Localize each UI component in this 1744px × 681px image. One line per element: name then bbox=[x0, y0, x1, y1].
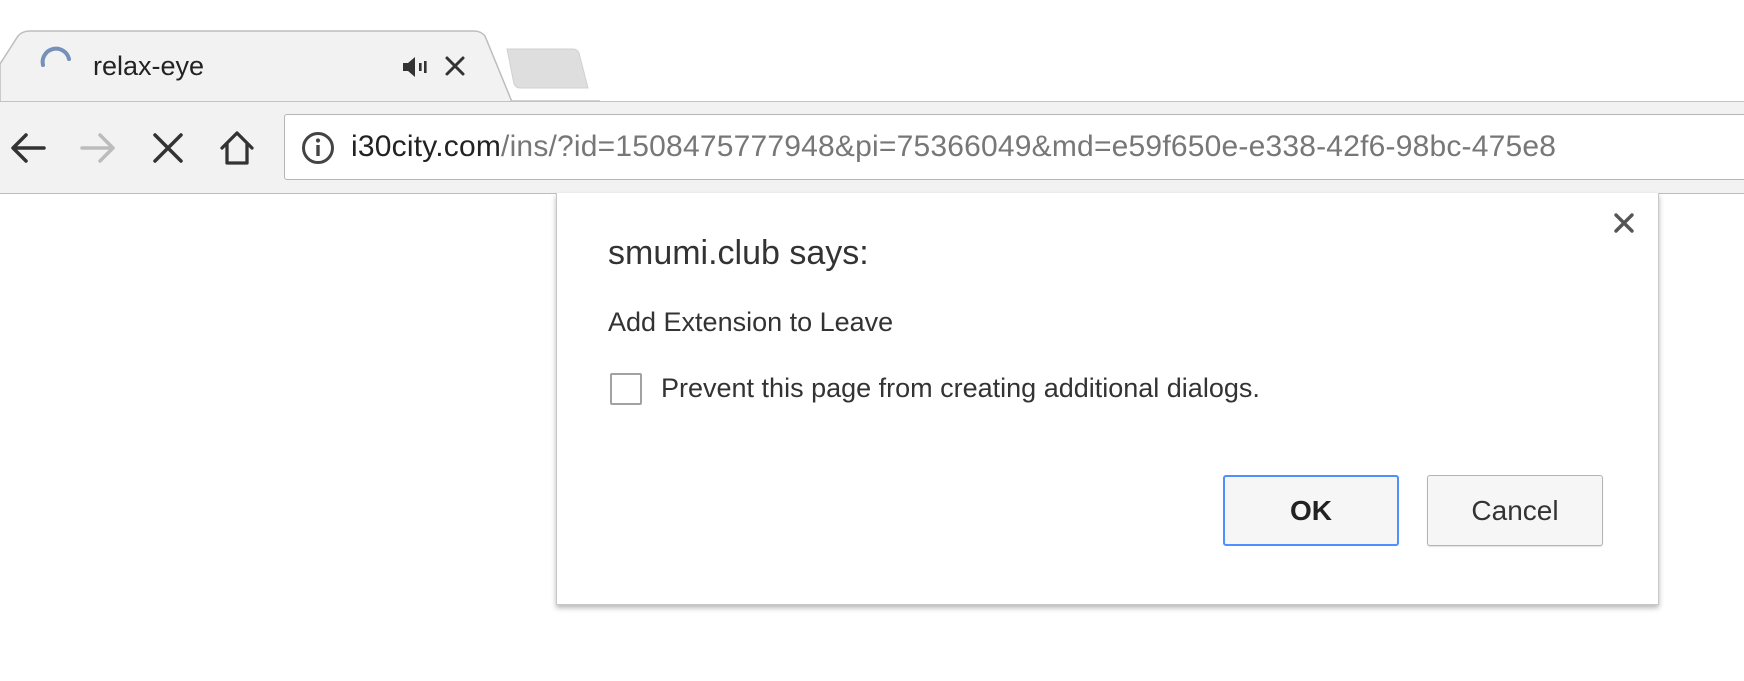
speaker-icon[interactable] bbox=[401, 54, 431, 80]
js-alert-dialog: smumi.club says: Add Extension to Leave … bbox=[556, 193, 1659, 605]
home-button[interactable] bbox=[211, 122, 263, 174]
url-text[interactable]: i30city.com/ins/?id=1508475777948&pi=753… bbox=[351, 127, 1556, 167]
stop-button[interactable] bbox=[142, 122, 194, 174]
forward-arrow-icon bbox=[80, 133, 115, 163]
tab-close-icon[interactable] bbox=[443, 54, 467, 78]
new-tab-button[interactable] bbox=[505, 48, 590, 90]
url-path: /ins/?id=1508475777948&pi=75366049&md=e5… bbox=[501, 130, 1557, 163]
prevent-dialogs-label[interactable]: Prevent this page from creating addition… bbox=[661, 370, 1260, 406]
info-icon[interactable] bbox=[301, 131, 335, 165]
forward-button[interactable] bbox=[72, 122, 124, 174]
browser-toolbar: i30city.com/ins/?id=1508475777948&pi=753… bbox=[0, 101, 1744, 194]
dialog-close-icon[interactable] bbox=[1611, 210, 1637, 236]
tab-title: relax-eye bbox=[93, 51, 205, 81]
loading-spinner-icon bbox=[40, 46, 71, 67]
dialog-title: smumi.club says: bbox=[608, 234, 869, 272]
ok-button[interactable]: OK bbox=[1223, 475, 1399, 546]
dialog-message: Add Extension to Leave bbox=[608, 307, 894, 337]
prevent-dialogs-checkbox[interactable] bbox=[610, 373, 642, 405]
cancel-button[interactable]: Cancel bbox=[1427, 475, 1603, 546]
stop-icon bbox=[153, 133, 183, 163]
url-host: i30city.com bbox=[351, 130, 502, 163]
back-arrow-icon bbox=[11, 133, 46, 163]
back-button[interactable] bbox=[2, 122, 54, 174]
address-bar[interactable]: i30city.com/ins/?id=1508475777948&pi=753… bbox=[284, 114, 1744, 180]
tab-strip: relax-eye bbox=[0, 0, 1744, 102]
home-icon bbox=[220, 131, 254, 165]
